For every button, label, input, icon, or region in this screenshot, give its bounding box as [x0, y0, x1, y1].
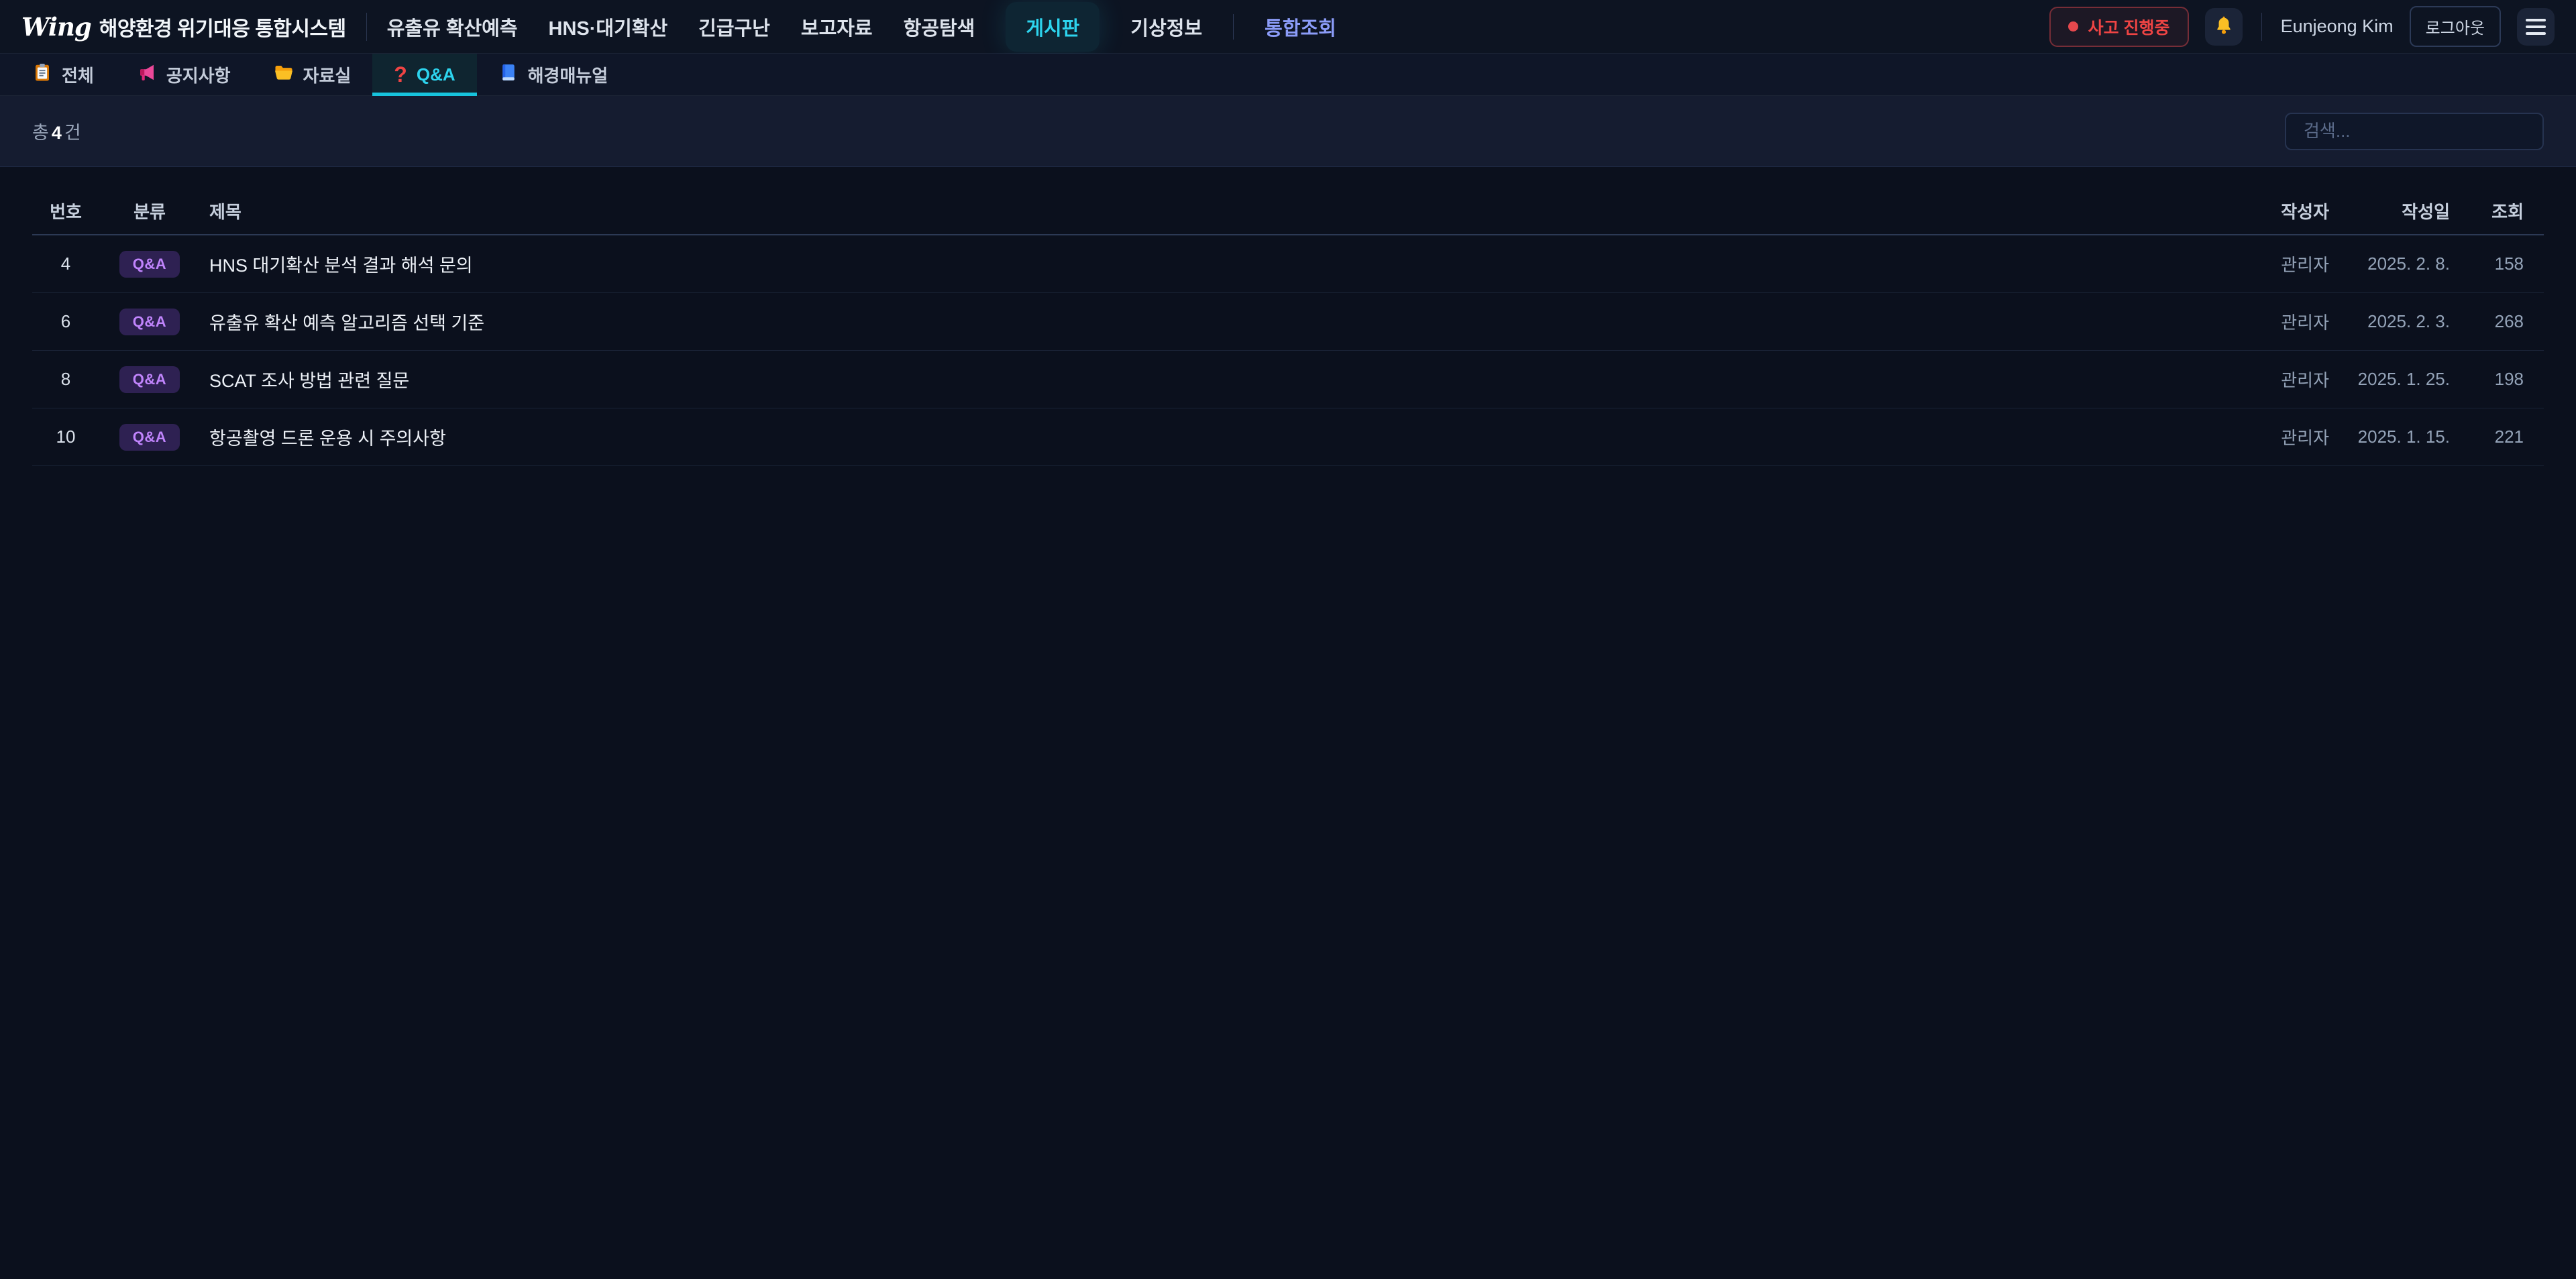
total-count-label: 총4건	[32, 118, 81, 144]
main-nav: 유출유 확산예측 HNS·대기확산 긴급구난 보고자료 항공탐색 게시판 기상정…	[387, 2, 1336, 52]
column-header-title: 제목	[200, 199, 2195, 223]
category-badge: Q&A	[119, 424, 180, 451]
board-content: 번호 분류 제목 작성자 작성일 조회 4 Q&A HNS 대기확산 분석 결과…	[0, 167, 2576, 1279]
tab-label: Q&A	[417, 64, 455, 85]
nav-item-emergency-rescue[interactable]: 긴급구난	[698, 13, 770, 41]
post-number: 8	[32, 369, 99, 390]
incident-status-label: 사고 진행중	[2088, 15, 2170, 39]
category-badge: Q&A	[119, 251, 180, 278]
table-row[interactable]: 4 Q&A HNS 대기확산 분석 결과 해석 문의 관리자 2025. 2. …	[32, 235, 2544, 293]
tab-label: 공지사항	[166, 62, 231, 87]
bell-icon	[2213, 15, 2235, 38]
post-date: 2025. 1. 15.	[2329, 427, 2450, 447]
category-badge: Q&A	[119, 309, 180, 335]
megaphone-icon	[137, 62, 157, 87]
nav-item-reports[interactable]: 보고자료	[801, 13, 873, 41]
post-author: 관리자	[2195, 367, 2329, 392]
table-row[interactable]: 10 Q&A 항공촬영 드론 운용 시 주의사항 관리자 2025. 1. 15…	[32, 408, 2544, 466]
search-input[interactable]	[2285, 113, 2544, 150]
nav-item-oil-spill-prediction[interactable]: 유출유 확산예측	[387, 13, 518, 41]
nav-item-weather-info[interactable]: 기상정보	[1130, 13, 1202, 41]
nav-item-board[interactable]: 게시판	[1006, 2, 1099, 52]
question-mark-icon: ?	[394, 64, 407, 85]
post-number: 4	[32, 254, 99, 274]
tab-all[interactable]: 전체	[11, 54, 115, 95]
post-date: 2025. 2. 3.	[2329, 311, 2450, 332]
nav-item-integrated-search[interactable]: 통합조회	[1265, 13, 1336, 41]
hamburger-menu-button[interactable]	[2517, 8, 2555, 46]
nav-divider	[1233, 14, 1234, 40]
hamburger-menu-icon	[2526, 19, 2546, 35]
tab-resources[interactable]: 자료실	[252, 54, 373, 95]
incident-status-badge[interactable]: 사고 진행중	[2049, 7, 2189, 47]
app-logo[interactable]: Wing 해양환경 위기대응 통합시스템	[21, 12, 346, 42]
post-author: 관리자	[2195, 425, 2329, 449]
topbar-divider	[2261, 13, 2262, 41]
post-views: 158	[2450, 254, 2524, 274]
user-name: Eunjeong Kim	[2281, 16, 2394, 37]
folder-icon	[274, 62, 294, 87]
topbar-right: 사고 진행중 Eunjeong Kim 로그아웃	[2049, 6, 2555, 47]
tab-qna[interactable]: ? Q&A	[372, 54, 476, 95]
column-header-author: 작성자	[2195, 199, 2329, 223]
tab-label: 해경매뉴얼	[528, 62, 608, 87]
post-views: 268	[2450, 311, 2524, 332]
column-header-category: 분류	[99, 199, 200, 223]
board-toolbar: 총4건	[0, 96, 2576, 167]
column-header-views: 조회	[2450, 199, 2524, 223]
post-views: 221	[2450, 427, 2524, 447]
post-date: 2025. 1. 25.	[2329, 369, 2450, 390]
top-navigation-bar: Wing 해양환경 위기대응 통합시스템 유출유 확산예측 HNS·대기확산 긴…	[0, 0, 2576, 54]
column-header-number: 번호	[32, 199, 99, 223]
post-title[interactable]: SCAT 조사 방법 관련 질문	[200, 366, 2195, 392]
board-tab-bar: 전체 공지사항 자료실 ? Q&A	[0, 54, 2576, 96]
post-author: 관리자	[2195, 309, 2329, 334]
post-title[interactable]: 유출유 확산 예측 알고리즘 선택 기준	[200, 309, 2195, 335]
post-date: 2025. 2. 8.	[2329, 254, 2450, 274]
column-header-date: 작성일	[2329, 199, 2450, 223]
post-title[interactable]: 항공촬영 드론 운용 시 주의사항	[200, 424, 2195, 450]
notifications-button[interactable]	[2205, 8, 2243, 46]
blue-book-icon	[498, 62, 519, 87]
logout-button[interactable]: 로그아웃	[2410, 6, 2501, 47]
table-row[interactable]: 6 Q&A 유출유 확산 예측 알고리즘 선택 기준 관리자 2025. 2. …	[32, 293, 2544, 351]
app-title: 해양환경 위기대응 통합시스템	[99, 12, 346, 42]
tab-label: 자료실	[303, 62, 352, 87]
nav-item-hns-atmospheric[interactable]: HNS·대기확산	[549, 13, 668, 41]
post-views: 198	[2450, 369, 2524, 390]
tab-label: 전체	[62, 62, 94, 87]
clipboard-icon	[32, 62, 52, 87]
post-title[interactable]: HNS 대기확산 분석 결과 해석 문의	[200, 251, 2195, 277]
tab-notices[interactable]: 공지사항	[115, 54, 252, 95]
nav-item-aerial-search[interactable]: 항공탐색	[904, 13, 975, 41]
post-author: 관리자	[2195, 252, 2329, 276]
app-root: Wing 해양환경 위기대응 통합시스템 유출유 확산예측 HNS·대기확산 긴…	[0, 0, 2576, 1279]
table-row[interactable]: 8 Q&A SCAT 조사 방법 관련 질문 관리자 2025. 1. 25. …	[32, 351, 2544, 408]
tab-coastguard-manual[interactable]: 해경매뉴얼	[477, 54, 630, 95]
table-header-row: 번호 분류 제목 작성자 작성일 조회	[32, 187, 2544, 235]
logo-wing-icon: Wing	[21, 12, 91, 42]
post-number: 6	[32, 311, 99, 332]
header-divider	[366, 13, 367, 41]
total-count-value: 4	[49, 123, 64, 143]
post-number: 10	[32, 427, 99, 447]
category-badge: Q&A	[119, 366, 180, 393]
alert-dot-icon	[2068, 21, 2078, 32]
